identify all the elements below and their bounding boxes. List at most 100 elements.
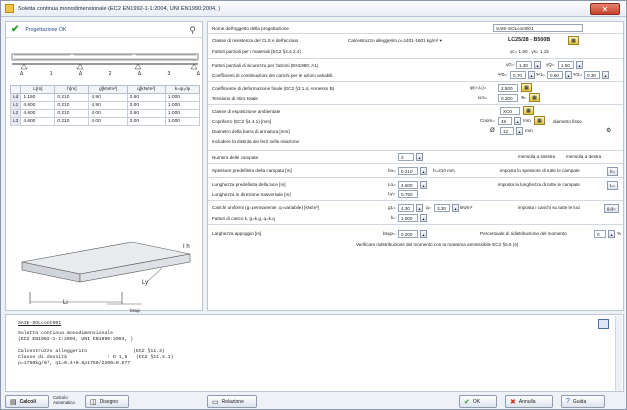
- set-all-thickness-button[interactable]: h=: [607, 167, 619, 176]
- set-all-length-button[interactable]: L=: [607, 181, 619, 190]
- q-load-input[interactable]: 3.30: [434, 204, 450, 212]
- name-label: Nome dell'oggetto della progettazione: [212, 26, 289, 31]
- table-cell[interactable]: 4.00: [88, 109, 128, 118]
- phi-input[interactable]: 2.500: [498, 84, 518, 92]
- material-factors-dropdown[interactable]: γc= 1.50 , γs= 1.15: [510, 49, 549, 54]
- table-cell[interactable]: 1.000: [164, 117, 201, 126]
- table-cell[interactable]: 4.600: [20, 109, 56, 118]
- help-icon: ?: [566, 398, 570, 405]
- table-cell[interactable]: 4.90: [88, 93, 128, 102]
- cnom-spinner[interactable]: ▴: [514, 117, 521, 125]
- creep-calculator-button[interactable]: ▦: [521, 83, 532, 92]
- guida-label: Guida: [572, 398, 587, 405]
- column-header: L[m]: [20, 85, 56, 94]
- parameters-panel: Nome dell'oggetto della progettazione SA…: [207, 21, 624, 311]
- concrete-type-dropdown[interactable]: Calcestruzzo alleggerito ρ=1401-1601 kg/…: [348, 38, 442, 44]
- psi0-spinner[interactable]: ▴: [528, 71, 535, 79]
- thickness-spinner[interactable]: ▴: [420, 167, 427, 175]
- table-cell[interactable]: 1.000: [164, 109, 201, 118]
- diameter-spinner[interactable]: ▴: [516, 127, 523, 135]
- transverse-length-input[interactable]: 0.750: [398, 190, 418, 198]
- auto-calc-toggle[interactable]: Calcolo Automatico: [53, 395, 75, 405]
- cover-picker-button[interactable]: ▦: [534, 116, 545, 125]
- psi2-spinner[interactable]: ▴: [602, 71, 609, 79]
- table-cell[interactable]: 3.60: [126, 93, 166, 102]
- table-cell[interactable]: 3.00: [126, 101, 166, 110]
- left-cantilever-checkbox[interactable]: mensola a sinistra: [518, 154, 555, 159]
- k-factor-input[interactable]: 1.000: [398, 214, 418, 222]
- settings-icon[interactable]: ⚙: [606, 127, 611, 134]
- spans-count-input[interactable]: 3: [398, 153, 414, 161]
- section-materials: Classe di resistenza del CLS e dell'acci…: [208, 34, 623, 59]
- report-scrollbar[interactable]: [615, 316, 622, 391]
- table-cell[interactable]: 4.600: [20, 117, 56, 126]
- zoom-icon[interactable]: ⚲: [189, 25, 196, 36]
- redistribution-spinner[interactable]: ▴: [608, 230, 615, 238]
- span-length-label: Li: [63, 300, 68, 306]
- calcoli-button[interactable]: ▤ Calcoli: [5, 395, 49, 408]
- annulla-button[interactable]: ✖ Annulla: [505, 395, 553, 408]
- table-cell[interactable]: 0.210: [54, 109, 90, 118]
- report-preview[interactable]: SAIE-SOLcont001 Soletta continua monodim…: [5, 314, 624, 392]
- g-load-input[interactable]: 4.30: [398, 204, 414, 212]
- length-input[interactable]: 4.600: [398, 181, 418, 189]
- close-button[interactable]: ✕: [590, 3, 620, 15]
- table-header-row: L[m] h[m] g[kN/m²] q[kN/m²] k=ψ₂/ψ: [9, 85, 201, 94]
- diameter-input[interactable]: 12: [500, 127, 514, 135]
- section-length: Lunghezza predefinita della luce [m] Lo=…: [208, 178, 623, 201]
- table-cell[interactable]: 1.150: [20, 93, 56, 102]
- bar-diameter-label: Diametro della barra di armatura [mm]: [212, 129, 290, 134]
- section-creep: Coefficiente di deformazione finale (EC2…: [208, 82, 623, 105]
- table-cell[interactable]: 3.60: [126, 109, 166, 118]
- k-factor-spinner[interactable]: ▴: [420, 214, 427, 222]
- row-header: L3: [9, 117, 22, 126]
- relazione-button[interactable]: ▭ Relazione: [207, 395, 257, 408]
- guida-button[interactable]: ? Guida: [561, 395, 605, 408]
- object-name-input[interactable]: SAIE-SOLcont001: [493, 24, 583, 32]
- report-view-icon[interactable]: [598, 319, 609, 329]
- table-cell[interactable]: 0.210: [54, 93, 90, 102]
- gamma-q-spinner[interactable]: ▴: [576, 61, 583, 69]
- spans-count-spinner[interactable]: ▴: [416, 153, 423, 161]
- table-cell[interactable]: 4.90: [88, 101, 128, 110]
- psi2-input[interactable]: 0.30: [584, 71, 600, 79]
- material-picker-button[interactable]: ▦: [568, 36, 579, 45]
- table-cell[interactable]: 4.600: [20, 101, 56, 110]
- cnom-input[interactable]: 45: [498, 117, 512, 125]
- gamma-q-input[interactable]: 1.50: [558, 61, 574, 69]
- disegno-button[interactable]: ◫ Disegno: [85, 395, 129, 408]
- redistribution-input[interactable]: 0: [594, 230, 606, 238]
- table-row[interactable]: L1 4.600 0.210 4.90 3.00 1.000: [9, 101, 201, 110]
- q-load-spinner[interactable]: ▴: [452, 204, 459, 212]
- eps-input[interactable]: 0.300: [498, 94, 518, 102]
- ok-button[interactable]: ✔ OK: [459, 395, 497, 408]
- table-cell[interactable]: 4.00: [88, 117, 128, 126]
- set-all-loads-button[interactable]: g,q=: [604, 204, 619, 213]
- gamma-g-input[interactable]: 1.30: [516, 61, 532, 69]
- support-width-input[interactable]: 0.200: [398, 230, 418, 238]
- exposure-class-input[interactable]: XC0: [500, 107, 520, 115]
- support-width-spinner[interactable]: ▴: [420, 230, 427, 238]
- g-load-spinner[interactable]: ▴: [416, 204, 423, 212]
- table-row[interactable]: Ld 1.150 0.210 4.90 3.60 1.000: [9, 93, 201, 102]
- psi1-spinner[interactable]: ▴: [565, 71, 572, 79]
- verify-redistribution-checkbox[interactable]: Verificare ridistribuzione del momento c…: [356, 242, 518, 247]
- table-cell[interactable]: 1.000: [164, 93, 201, 102]
- right-cantilever-checkbox[interactable]: mensola a destra: [566, 154, 601, 159]
- table-cell[interactable]: 1.000: [164, 101, 201, 110]
- psi1-input[interactable]: 0.60: [547, 71, 563, 79]
- length-row: Lunghezza predefinita della luce [m]: [212, 180, 286, 189]
- support-label: Δ: [196, 71, 200, 77]
- psi0-input[interactable]: 0.70: [510, 71, 526, 79]
- shrinkage-calculator-button[interactable]: ▦: [529, 93, 540, 102]
- bar-schedule-row[interactable]: Includere la distinta dei ferri nella re…: [212, 137, 299, 146]
- table-cell[interactable]: 0.210: [54, 101, 90, 110]
- thickness-input[interactable]: 0.210: [398, 167, 418, 175]
- table-row[interactable]: L3 4.600 0.210 4.00 3.00 1.000: [9, 117, 201, 126]
- gamma-g-spinner[interactable]: ▴: [534, 61, 541, 69]
- table-row[interactable]: L2 4.600 0.210 4.00 3.60 1.000: [9, 109, 201, 118]
- length-spinner[interactable]: ▴: [420, 181, 427, 189]
- table-cell[interactable]: 0.210: [54, 117, 90, 126]
- exposure-picker-button[interactable]: ▦: [523, 106, 534, 115]
- table-cell[interactable]: 3.00: [126, 117, 166, 126]
